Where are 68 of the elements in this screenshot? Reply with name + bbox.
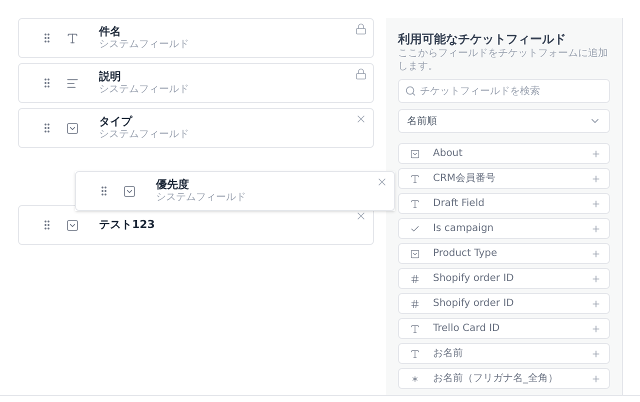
field-card[interactable]: 優先度 システムフィールド — [75, 171, 395, 211]
sort-dropdown[interactable]: 名前順 — [398, 109, 610, 133]
asterisk-icon — [410, 374, 420, 384]
available-field-item[interactable]: CRM会員番号 — [398, 168, 610, 189]
field-subtitle: システムフィールド — [99, 38, 189, 52]
field-label: Product Type — [433, 247, 498, 261]
text-icon — [410, 198, 420, 208]
available-field-item[interactable]: Is campaign — [398, 218, 610, 239]
field-label: お名前 — [433, 347, 464, 361]
field-card[interactable]: タイプ システムフィールド — [18, 108, 374, 148]
field-label: Shopify order ID — [433, 272, 515, 286]
available-field-item[interactable]: お名前（フリガナ名_全角） — [398, 368, 610, 389]
field-label: お名前（フリガナ名_全角） — [433, 372, 559, 386]
field-subtitle: システムフィールド — [156, 192, 246, 204]
add-icon[interactable] — [591, 374, 601, 384]
sort-value: 名前順 — [407, 114, 437, 128]
field-label: Draft Field — [433, 197, 486, 211]
text-icon — [66, 32, 78, 44]
search-icon — [405, 85, 416, 97]
hash-icon — [410, 298, 420, 308]
available-field-item[interactable]: Shopify order ID — [398, 268, 610, 289]
lines-icon — [66, 76, 78, 90]
close-icon[interactable] — [355, 210, 367, 222]
dropdown-icon — [410, 148, 420, 158]
field-subtitle: システムフィールド — [99, 84, 189, 96]
field-label: Shopify order ID — [433, 297, 515, 311]
close-icon[interactable] — [376, 176, 388, 188]
field-title: タイプ — [99, 114, 134, 129]
dropdown-icon — [122, 184, 136, 198]
panel-title: 利用可能なチケットフィールド — [398, 31, 567, 48]
close-icon[interactable] — [355, 113, 367, 125]
text-icon — [410, 174, 420, 184]
available-field-item[interactable]: お名前 — [398, 343, 610, 364]
field-label: Trello Card ID — [433, 322, 501, 336]
add-icon[interactable] — [591, 224, 601, 234]
add-icon[interactable] — [591, 274, 601, 284]
available-field-item[interactable]: Draft Field — [398, 193, 610, 214]
text-icon — [410, 324, 420, 334]
hash-icon — [410, 274, 420, 284]
dropdown-icon — [410, 248, 420, 258]
field-card[interactable]: 説明 システムフィールド — [18, 63, 374, 103]
add-icon[interactable] — [591, 348, 601, 358]
field-title: テスト123 — [99, 218, 155, 232]
field-title: 優先度 — [156, 178, 190, 192]
available-field-item[interactable]: Product Type — [398, 243, 610, 264]
panel-subtitle: ここからフィールドをチケットフォームに追加します。 — [398, 48, 609, 73]
add-icon[interactable] — [591, 174, 601, 184]
search-field[interactable]: チケットフィールドを検索 — [398, 79, 610, 103]
dropdown-icon — [66, 218, 78, 232]
field-card[interactable]: 件名 システムフィールド — [18, 18, 374, 58]
available-field-item[interactable]: Shopify order ID — [398, 293, 610, 314]
check-icon — [410, 224, 420, 234]
text-icon — [410, 348, 420, 358]
field-title: 件名 — [99, 24, 122, 39]
add-icon[interactable] — [591, 324, 601, 334]
field-label: Is campaign — [433, 222, 495, 236]
field-subtitle: システムフィールド — [99, 128, 189, 142]
add-icon[interactable] — [591, 298, 601, 308]
dropdown-icon — [66, 122, 78, 134]
field-label: CRM会員番号 — [433, 172, 497, 186]
field-title: 説明 — [99, 70, 122, 84]
add-icon[interactable] — [591, 198, 601, 208]
add-icon[interactable] — [591, 248, 601, 258]
search-input[interactable]: チケットフィールドを検索 — [420, 84, 603, 98]
add-icon[interactable] — [591, 148, 601, 158]
available-field-item[interactable]: Trello Card ID — [398, 318, 610, 339]
field-label: About — [433, 147, 464, 161]
available-field-item[interactable]: About — [398, 143, 610, 164]
